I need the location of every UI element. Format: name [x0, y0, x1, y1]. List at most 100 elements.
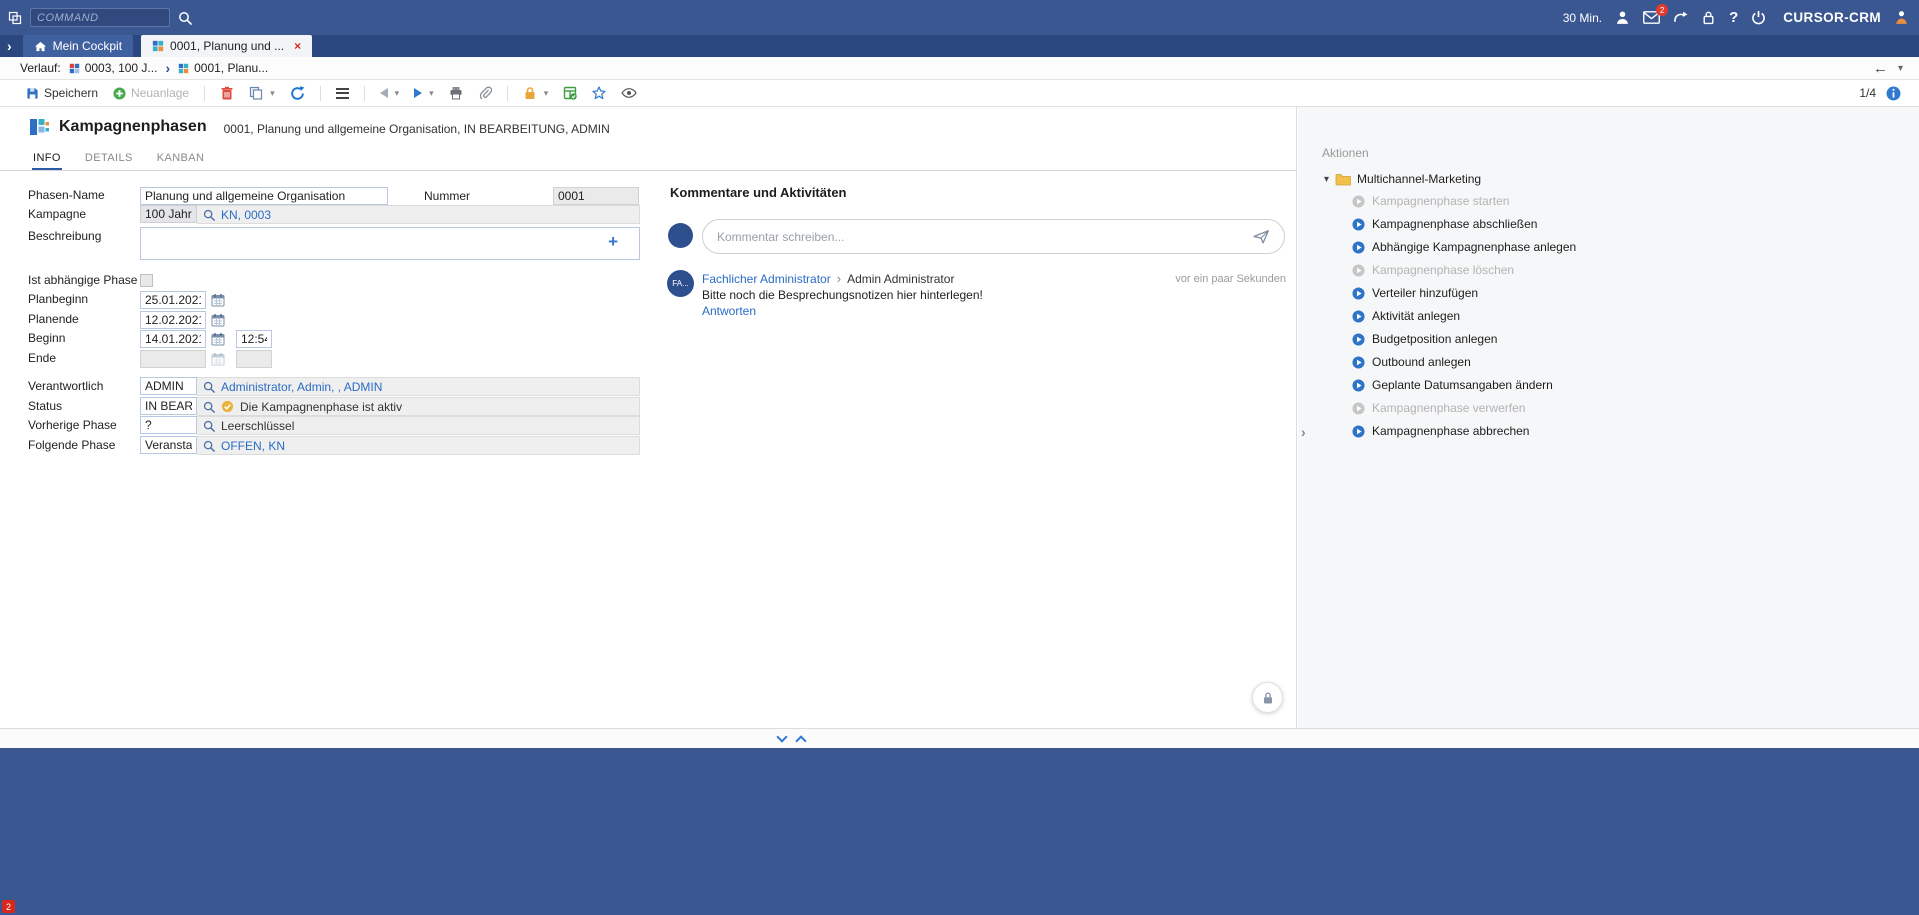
power-icon[interactable]: [1751, 10, 1766, 25]
search-icon[interactable]: [203, 209, 215, 221]
ende-input[interactable]: [140, 350, 206, 368]
folgende-phase-input[interactable]: [140, 436, 197, 454]
close-tab-icon[interactable]: ×: [294, 40, 301, 52]
sidebar-collapse-icon[interactable]: ›: [1301, 424, 1306, 440]
comment-recipient: Admin Administrator: [847, 272, 954, 286]
session-lock-icon[interactable]: [1701, 10, 1716, 25]
new-record-button[interactable]: Neuanlage: [113, 86, 189, 100]
search-icon[interactable]: [178, 11, 192, 25]
command-input[interactable]: [30, 8, 170, 27]
kampagne-input[interactable]: [140, 205, 197, 223]
history-back-icon[interactable]: ←: [1873, 60, 1888, 77]
favorite-button[interactable]: [592, 86, 606, 100]
refresh-button[interactable]: [290, 86, 305, 101]
verantwortlich-link[interactable]: Administrator, Admin, , ADMIN: [221, 380, 382, 394]
search-icon[interactable]: [203, 401, 215, 413]
action-label: Budgetposition anlegen: [1372, 332, 1497, 346]
search-icon[interactable]: [203, 440, 215, 452]
field-label: Ist abhängige Phase: [28, 271, 140, 290]
expand-up-icon[interactable]: [795, 735, 806, 746]
nav-next-dropdown-icon[interactable]: ▾: [429, 88, 434, 99]
application-window: 30 Min. 2 ? CURSOR-CRM › Mein Cockpit 00…: [0, 0, 1919, 915]
planbeginn-input[interactable]: [140, 291, 206, 309]
comment-input-wrapper: [702, 219, 1285, 254]
history-item-0003[interactable]: 0003, 100 J...: [69, 61, 158, 75]
copy-dropdown-icon[interactable]: ▾: [270, 88, 275, 99]
permissions-dropdown-icon[interactable]: ▾: [544, 88, 549, 99]
form-row-ist-abhaengige-phase: Ist abhängige Phase: [28, 271, 153, 290]
action-kampagnenphase-abbrechen[interactable]: Kampagnenphase abbrechen: [1352, 423, 1529, 439]
table-check-button[interactable]: [563, 86, 577, 100]
action-label: Geplante Datumsangaben ändern: [1372, 378, 1553, 392]
beginn-input[interactable]: [140, 330, 206, 348]
form-row-beschreibung: Beschreibung +: [28, 227, 640, 246]
collapse-down-icon[interactable]: [776, 731, 787, 742]
action-aktivitaet-anlegen[interactable]: Aktivität anlegen: [1352, 308, 1460, 324]
play-circle-icon: [1352, 379, 1365, 392]
beschreibung-textarea[interactable]: [140, 227, 640, 260]
user-icon[interactable]: [1615, 10, 1630, 25]
action-abhaengige-kampagnenphase-anlegen[interactable]: Abhängige Kampagnenphase anlegen: [1352, 239, 1576, 255]
move-resize-icon[interactable]: +: [608, 233, 618, 250]
comment-input[interactable]: [717, 230, 1253, 244]
ende-time-input[interactable]: [236, 350, 272, 368]
permissions-button[interactable]: ▾: [523, 86, 549, 100]
history-item-0001[interactable]: 0001, Planu...: [178, 61, 268, 75]
folgende-phase-link[interactable]: OFFEN, KN: [221, 439, 285, 453]
tab-label: Mein Cockpit: [53, 39, 122, 53]
mail-icon[interactable]: 2: [1643, 11, 1660, 24]
vorherige-phase-input[interactable]: [140, 416, 197, 434]
help-icon[interactable]: ?: [1729, 9, 1738, 26]
calendar-icon[interactable]: [209, 291, 226, 308]
print-button[interactable]: [449, 86, 463, 100]
tab-kanban[interactable]: KANBAN: [156, 147, 206, 170]
actions-group[interactable]: ▾ Multichannel-Marketing: [1324, 172, 1481, 186]
tab-mein-cockpit[interactable]: Mein Cockpit: [23, 35, 133, 57]
search-icon[interactable]: [203, 381, 215, 393]
tab-record[interactable]: 0001, Planung und ... ×: [141, 35, 312, 57]
status-input[interactable]: [140, 397, 197, 415]
info-icon[interactable]: [1886, 86, 1901, 101]
attachment-button[interactable]: [478, 86, 492, 100]
record-header: Kampagnenphasen 0001, Planung und allgem…: [28, 116, 610, 138]
field-label: Vorherige Phase: [28, 416, 140, 435]
action-outbound-anlegen[interactable]: Outbound anlegen: [1352, 354, 1471, 370]
kampagne-link[interactable]: KN, 0003: [221, 208, 271, 222]
nav-next-button[interactable]: ▾: [414, 88, 434, 99]
tab-details[interactable]: DETAILS: [84, 147, 134, 170]
tree-expand-icon[interactable]: ▾: [1324, 174, 1329, 185]
calendar-icon[interactable]: [209, 330, 226, 347]
ist-abhaengige-phase-checkbox[interactable]: [140, 274, 153, 287]
app-mark-icon[interactable]: [8, 11, 22, 25]
action-verteiler-hinzufuegen[interactable]: Verteiler hinzufügen: [1352, 285, 1478, 301]
history-item-label: 0001, Planu...: [194, 61, 268, 75]
panel-expand-icon[interactable]: ›: [0, 35, 19, 57]
calendar-icon[interactable]: [209, 311, 226, 328]
beginn-time-input[interactable]: [236, 330, 272, 348]
tab-info[interactable]: INFO: [32, 147, 62, 170]
comment-author-link[interactable]: Fachlicher Administrator: [702, 272, 831, 286]
menu-button[interactable]: [336, 88, 349, 99]
nummer-input[interactable]: [553, 187, 639, 205]
send-icon[interactable]: [1253, 229, 1270, 244]
history-dropdown-icon[interactable]: ▾: [1898, 63, 1903, 74]
action-budgetposition-anlegen[interactable]: Budgetposition anlegen: [1352, 331, 1497, 347]
action-geplante-datumsangaben-aendern[interactable]: Geplante Datumsangaben ändern: [1352, 377, 1553, 393]
nav-previous-dropdown-icon[interactable]: ▾: [395, 88, 400, 99]
visibility-button[interactable]: [621, 88, 637, 98]
planende-input[interactable]: [140, 311, 206, 329]
action-kampagnenphase-abschliessen[interactable]: Kampagnenphase abschließen: [1352, 216, 1537, 232]
entity-icon: [28, 116, 50, 138]
page-title: Kampagnenphasen: [59, 118, 207, 136]
copy-button[interactable]: ▾: [249, 86, 275, 100]
form-row-vorherige-phase: Vorherige Phase Leerschlüssel: [28, 416, 640, 435]
reply-link[interactable]: Antworten: [702, 304, 756, 318]
lock-float-button[interactable]: [1252, 682, 1283, 713]
verantwortlich-input[interactable]: [140, 377, 197, 395]
redo-icon[interactable]: [1673, 10, 1688, 25]
search-icon[interactable]: [203, 420, 215, 432]
delete-button[interactable]: [220, 86, 234, 100]
phasen-name-input[interactable]: [140, 187, 388, 205]
save-button[interactable]: Speichern: [26, 86, 98, 100]
nav-previous-button[interactable]: ▾: [380, 88, 400, 99]
